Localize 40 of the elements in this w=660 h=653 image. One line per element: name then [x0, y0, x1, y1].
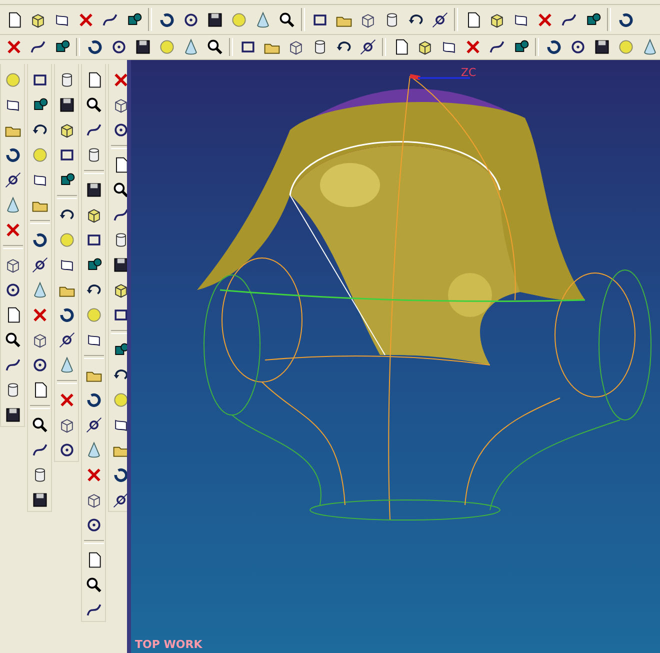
sphere-icon	[616, 38, 634, 56]
magnifier-icon	[278, 10, 296, 28]
circle-icon	[84, 516, 102, 534]
point-icon	[358, 38, 376, 56]
axis-label: ZC	[461, 66, 476, 79]
magnifier-icon	[4, 330, 22, 348]
magnifier-icon	[84, 96, 102, 114]
sphere-icon	[230, 10, 248, 28]
rotate-icon	[30, 230, 48, 248]
point-icon	[4, 170, 22, 188]
point-icon	[430, 10, 448, 28]
rotate-icon	[112, 466, 127, 484]
sphere-icon	[30, 146, 48, 164]
rotate-icon	[158, 10, 176, 28]
sphere-icon	[4, 70, 22, 88]
point-icon	[112, 490, 127, 508]
sphere-icon	[158, 38, 176, 56]
point-icon	[30, 256, 48, 274]
point-icon	[84, 416, 102, 434]
rotate-icon	[84, 390, 102, 408]
circle-icon	[4, 280, 22, 298]
circle-icon	[110, 38, 128, 56]
view-label: TOP WORK	[135, 638, 202, 651]
circle-icon	[568, 38, 586, 56]
rotate-icon	[4, 146, 22, 164]
magnifier-icon	[84, 576, 102, 594]
rotate-icon	[544, 38, 562, 56]
sphere-icon	[84, 306, 102, 324]
magnifier-icon	[30, 416, 48, 434]
magnifier-icon	[206, 38, 224, 56]
magnifier-icon	[112, 180, 127, 198]
rotate-icon	[58, 306, 76, 324]
circle-icon	[182, 10, 200, 28]
circle-icon	[112, 120, 127, 138]
rotate-icon	[86, 38, 104, 56]
circle-icon	[30, 356, 48, 374]
sphere-icon	[58, 230, 76, 248]
rotate-icon	[616, 10, 634, 28]
circle-icon	[58, 440, 76, 458]
point-icon	[58, 330, 76, 348]
